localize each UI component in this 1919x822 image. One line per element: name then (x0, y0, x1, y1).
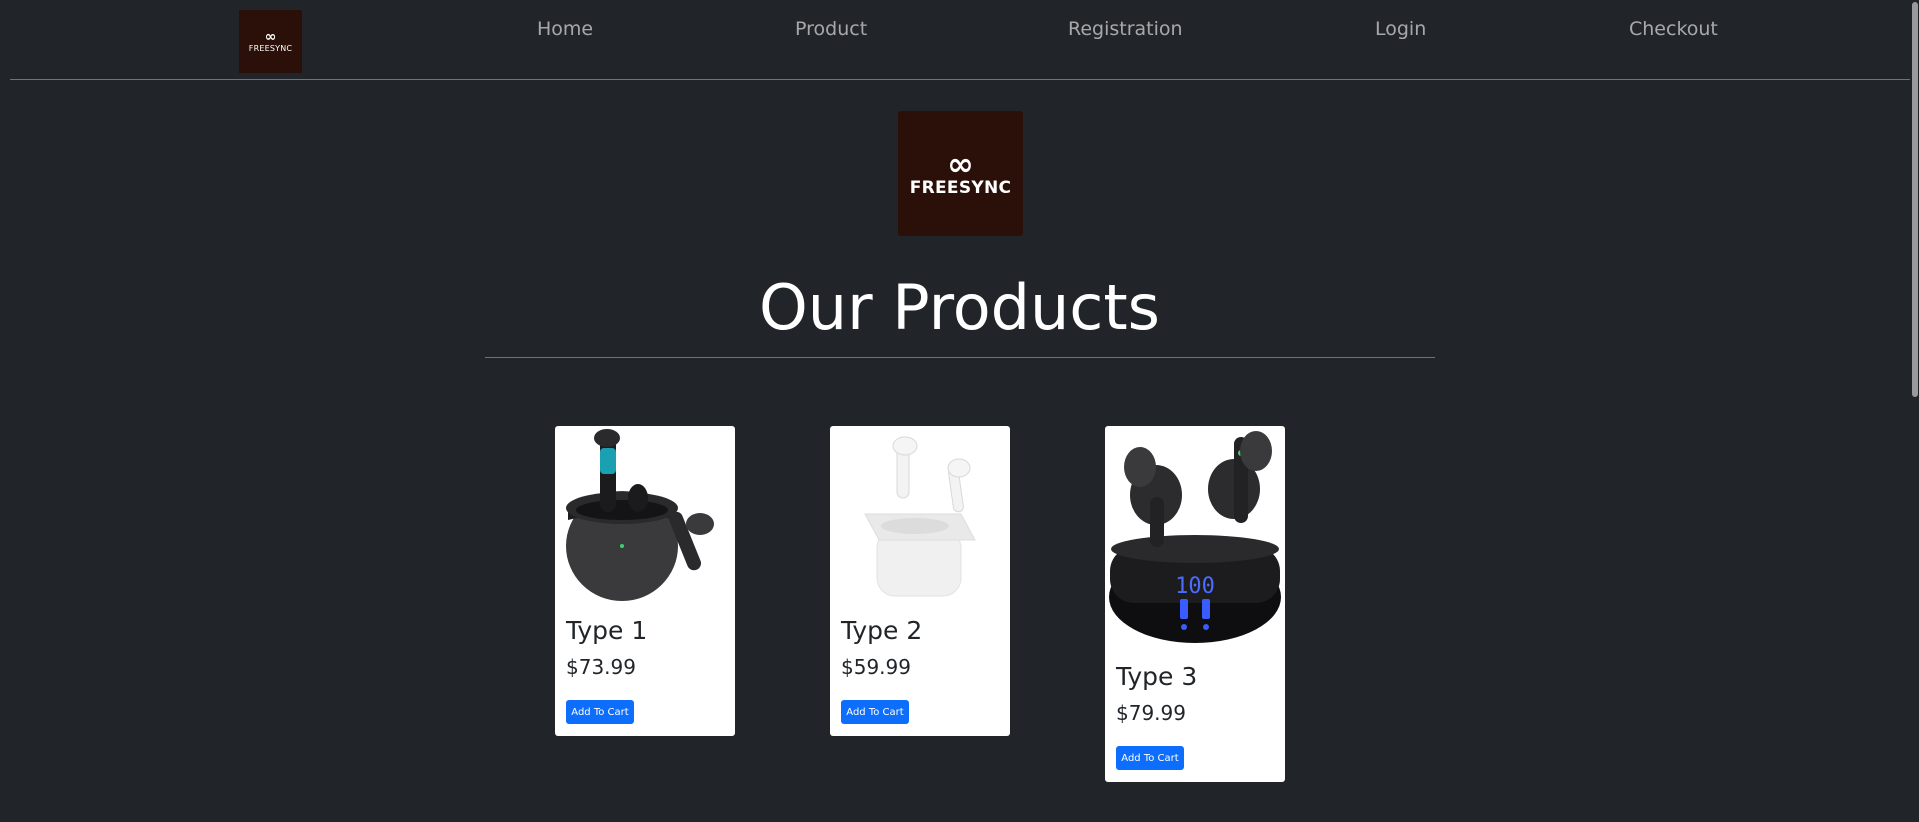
add-to-cart-button[interactable]: Add To Cart (566, 700, 634, 724)
nav-link-checkout[interactable]: Checkout (1629, 18, 1718, 40)
product-name: Type 3 (1116, 662, 1198, 691)
nav-link-registration[interactable]: Registration (1068, 18, 1183, 40)
product-card: 100 Type 3 $79.99 Add To Cart (1105, 426, 1285, 782)
page: ∞ FREESYNC Home Product Registration Log… (0, 0, 1919, 822)
brand-logo[interactable]: ∞ FREESYNC (239, 10, 302, 73)
product-price: $59.99 (841, 655, 911, 679)
black-earbuds-icon (555, 426, 735, 606)
infinity-icon: ∞ (264, 28, 277, 45)
svg-text:100: 100 (1175, 574, 1215, 599)
hero-logo-text: FREESYNC (909, 177, 1012, 198)
hero-logo: ∞ FREESYNC (898, 111, 1023, 236)
product-price: $73.99 (566, 655, 636, 679)
scrollbar-thumb[interactable] (1912, 2, 1918, 397)
add-to-cart-button[interactable]: Add To Cart (1116, 746, 1184, 770)
product-name: Type 2 (841, 616, 923, 645)
product-name: Type 1 (566, 616, 648, 645)
product-card: Type 1 $73.99 Add To Cart (555, 426, 735, 736)
black-earbuds-led-case-icon: 100 (1105, 426, 1285, 648)
page-title: Our Products (758, 271, 1160, 344)
scrollbar[interactable] (1910, 0, 1919, 822)
nav-link-product[interactable]: Product (795, 18, 867, 40)
navbar: ∞ FREESYNC Home Product Registration Log… (0, 0, 1910, 79)
brand-logo-text: FREESYNC (248, 43, 293, 53)
product-price: $79.99 (1116, 701, 1186, 725)
white-earbuds-icon (830, 426, 1010, 606)
product-card: Type 2 $59.99 Add To Cart (830, 426, 1010, 736)
nav-link-login[interactable]: Login (1375, 18, 1426, 40)
nav-link-home[interactable]: Home (537, 18, 593, 40)
nav-divider (10, 79, 1910, 80)
title-divider (485, 357, 1435, 358)
infinity-icon: ∞ (947, 144, 974, 183)
add-to-cart-button[interactable]: Add To Cart (841, 700, 909, 724)
